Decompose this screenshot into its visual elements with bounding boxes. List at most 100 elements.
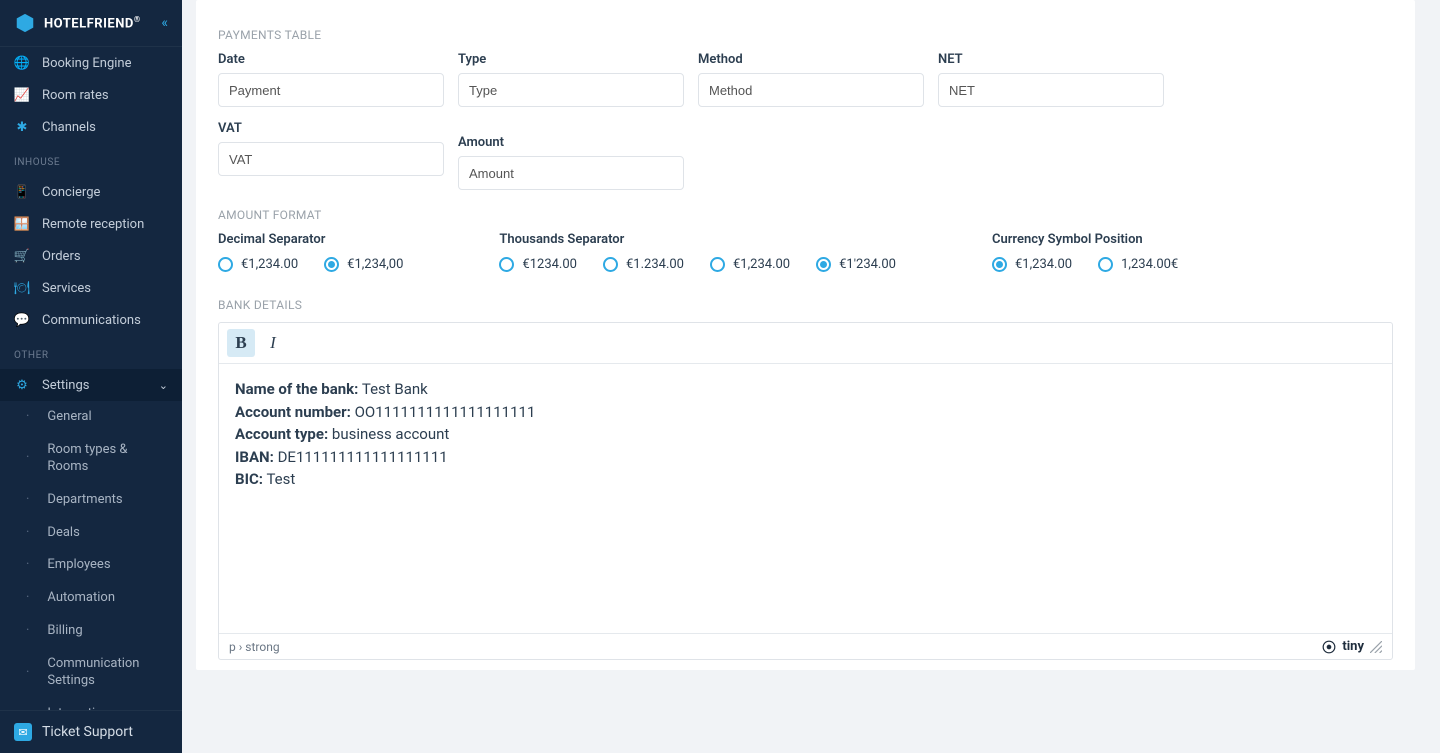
field-input-amount[interactable]: [458, 156, 684, 190]
radio-icon: [710, 257, 725, 272]
sidebar-subitem-deals[interactable]: Deals: [0, 517, 182, 550]
editor-toolbar: B I: [219, 323, 1392, 364]
bank-detail-line[interactable]: BIC: Test: [235, 468, 1376, 491]
share-icon: ✱: [14, 119, 30, 135]
sidebar-item-services[interactable]: 🍽Services: [0, 272, 182, 304]
gear-icon: ⚙: [14, 377, 30, 393]
bank-detail-line[interactable]: Account number: OO1111111111111111111: [235, 401, 1376, 424]
thousands-separator-label: Thousands Separator: [499, 232, 896, 247]
mobile-icon: 📱: [14, 184, 30, 200]
section-title-payments: PAYMENTS TABLE: [196, 10, 1415, 52]
payments-field-amount: Amount: [458, 135, 684, 190]
radio-icon: [218, 257, 233, 272]
sidebar-subitem-automation[interactable]: Automation: [0, 582, 182, 615]
panel: PAYMENTS TABLE Date Type Method NET VAT Amoun…: [196, 0, 1415, 670]
section-title-amount-format: AMOUNT FORMAT: [196, 190, 1415, 232]
sidebar-subitem-room-types-rooms[interactable]: Room types & Rooms: [0, 434, 182, 484]
editor-statusbar: p › strong tiny: [219, 633, 1392, 659]
field-input-method[interactable]: [698, 73, 924, 107]
field-input-type[interactable]: [458, 73, 684, 107]
sidebar-subitem-billing[interactable]: Billing: [0, 615, 182, 648]
ticket-support-label: Ticket Support: [42, 724, 133, 740]
sidebar-subitem-integrations[interactable]: Integrations: [0, 698, 182, 710]
payments-field-date: Date: [218, 52, 444, 107]
brand: HOTELFRIEND® «: [0, 0, 182, 47]
chat-icon: 💬: [14, 312, 30, 328]
editor-branding: tiny: [1322, 639, 1382, 654]
field-label: Amount: [458, 135, 684, 150]
line-chart-icon: 📈: [14, 87, 30, 103]
sidebar-item-orders[interactable]: 🛒Orders: [0, 240, 182, 272]
chevron-down-icon: ⌄: [159, 379, 168, 392]
sidebar-group-other: OTHER: [0, 336, 182, 369]
currency-position-group: Currency Symbol Position €1,234.00 1,234.…: [992, 232, 1178, 272]
amount-format-row: Decimal Separator €1,234.00 €1,234,00 Tho…: [196, 232, 1415, 280]
sidebar-item-room-rates[interactable]: 📈Room rates: [0, 79, 182, 111]
radio-icon: [816, 257, 831, 272]
thousands-separator-option-1[interactable]: €1.234.00: [603, 257, 684, 272]
payments-table-fields: Date Type Method NET VAT Amount: [196, 52, 1415, 190]
thousands-separator-option-2[interactable]: €1,234.00: [710, 257, 790, 272]
ticket-support[interactable]: ✉ Ticket Support: [0, 710, 182, 753]
decimal-separator-option-1[interactable]: €1,234,00: [324, 257, 403, 272]
payments-field-vat: VAT: [218, 121, 444, 190]
sidebar-subitem-departments[interactable]: Departments: [0, 484, 182, 517]
logo-icon: [14, 12, 36, 34]
section-title-bank-details: BANK DETAILS: [196, 280, 1415, 322]
main-content: PAYMENTS TABLE Date Type Method NET VAT Amoun…: [182, 0, 1440, 753]
field-label: Method: [698, 52, 924, 67]
editor-body[interactable]: Name of the bank: Test BankAccount numbe…: [219, 364, 1392, 633]
sidebar: HOTELFRIEND® « 🌐Booking Engine📈Room rate…: [0, 0, 182, 753]
radio-icon: [603, 257, 618, 272]
field-label: Type: [458, 52, 684, 67]
thousands-separator-option-3[interactable]: €1'234.00: [816, 257, 896, 272]
sidebar-item-concierge[interactable]: 📱Concierge: [0, 176, 182, 208]
currency-position-label: Currency Symbol Position: [992, 232, 1178, 247]
sidebar-subitem-employees[interactable]: Employees: [0, 549, 182, 582]
bank-details-editor[interactable]: B I Name of the bank: Test BankAccount n…: [218, 322, 1393, 660]
decimal-separator-label: Decimal Separator: [218, 232, 403, 247]
radio-icon: [1098, 257, 1113, 272]
decimal-separator-option-0[interactable]: €1,234.00: [218, 257, 298, 272]
field-input-date[interactable]: [218, 73, 444, 107]
thousands-separator-option-0[interactable]: €1234.00: [499, 257, 577, 272]
payments-field-net: NET: [938, 52, 1164, 107]
tiny-logo-icon: [1322, 640, 1336, 654]
ticket-icon: ✉: [14, 723, 32, 741]
sidebar-item-remote-reception[interactable]: 🪟Remote reception: [0, 208, 182, 240]
decimal-separator-group: Decimal Separator €1,234.00 €1,234,00: [218, 232, 403, 272]
sidebar-item-communications[interactable]: 💬Communications: [0, 304, 182, 336]
globe-icon: 🌐: [14, 55, 30, 71]
field-input-vat[interactable]: [218, 142, 444, 176]
sidebar-item-booking-engine[interactable]: 🌐Booking Engine: [0, 47, 182, 79]
sidebar-item-settings[interactable]: ⚙Settings⌄: [0, 369, 182, 401]
thousands-separator-group: Thousands Separator €1234.00 €1.234.00 €1,…: [499, 232, 896, 272]
payments-field-type: Type: [458, 52, 684, 107]
field-label: Date: [218, 52, 444, 67]
editor-path: p › strong: [229, 640, 280, 654]
sidebar-group-inhouse: INHOUSE: [0, 143, 182, 176]
italic-button[interactable]: I: [259, 329, 287, 357]
bank-detail-line[interactable]: IBAN: DE111111111111111111: [235, 446, 1376, 469]
cart-icon: 🛒: [14, 248, 30, 264]
field-label: VAT: [218, 121, 444, 136]
bank-detail-line[interactable]: Account type: business account: [235, 423, 1376, 446]
currency-position-option-1[interactable]: 1,234.00€: [1098, 257, 1178, 272]
field-input-net[interactable]: [938, 73, 1164, 107]
currency-position-option-0[interactable]: €1,234.00: [992, 257, 1072, 272]
radio-icon: [324, 257, 339, 272]
sidebar-nav: 🌐Booking Engine📈Room rates✱Channels INHO…: [0, 47, 182, 710]
resize-grip-icon[interactable]: [1370, 641, 1382, 653]
bold-button[interactable]: B: [227, 329, 255, 357]
collapse-sidebar-icon[interactable]: «: [161, 15, 168, 31]
sidebar-subitem-communication-settings[interactable]: Communication Settings: [0, 648, 182, 698]
reception-icon: 🪟: [14, 216, 30, 232]
cloche-icon: 🍽: [14, 280, 30, 296]
brand-name: HOTELFRIEND®: [44, 15, 141, 31]
sidebar-item-channels[interactable]: ✱Channels: [0, 111, 182, 143]
sidebar-subitem-general[interactable]: General: [0, 401, 182, 434]
payments-field-method: Method: [698, 52, 924, 107]
field-label: NET: [938, 52, 1164, 67]
bank-detail-line[interactable]: Name of the bank: Test Bank: [235, 378, 1376, 401]
radio-icon: [992, 257, 1007, 272]
